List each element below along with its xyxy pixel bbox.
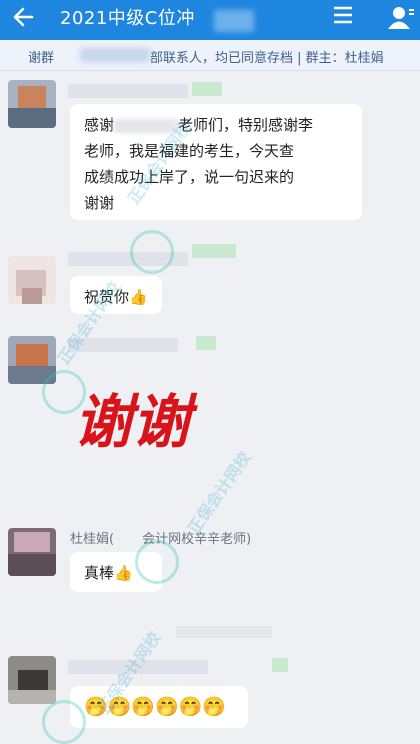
message-text: 老师，我是福建的考生，今天查 bbox=[84, 142, 295, 160]
sender-name-blur bbox=[272, 658, 288, 672]
timestamp-blur bbox=[176, 626, 272, 638]
message-text: 感谢 bbox=[84, 116, 115, 134]
group-title: 2021中级C位冲 bbox=[60, 8, 195, 29]
message-text: 成绩成功上岸了，说一句迟来的 bbox=[84, 168, 295, 186]
sender-name-blur bbox=[196, 336, 216, 350]
title-blur-patch bbox=[214, 10, 254, 32]
message-text: 老师们，特别感谢李 bbox=[178, 116, 314, 134]
chat-header: 2021中级C位冲 bbox=[0, 0, 420, 40]
thumbs-up-icon: 👍 bbox=[129, 288, 148, 306]
sender-name-blur bbox=[192, 82, 222, 96]
watermark-logo-icon bbox=[130, 230, 174, 274]
notice-blur-patch bbox=[80, 48, 150, 62]
thanks-image[interactable]: 谢谢 bbox=[74, 386, 224, 458]
message-text: 真棒 bbox=[84, 564, 115, 582]
hamburger-menu-icon[interactable] bbox=[332, 4, 354, 31]
notice-text-end: 部联系人，均已同意存档 | 群主：杜桂娟 bbox=[150, 51, 384, 66]
watermark-logo-icon bbox=[42, 700, 86, 744]
watermark-logo-icon bbox=[42, 370, 86, 414]
message-bubble[interactable]: 感谢 老师们，特别感谢李 老师，我是福建的考生，今天查 成绩成功上岸了，说一句迟来… bbox=[70, 104, 362, 220]
watermark-text: 正保会计网校 bbox=[183, 448, 255, 538]
arrow-left-icon[interactable] bbox=[12, 6, 34, 36]
watermark-logo-icon bbox=[135, 540, 179, 584]
sender-name-blur bbox=[68, 84, 188, 98]
avatar[interactable] bbox=[8, 656, 56, 704]
thumbs-up-icon: 👍 bbox=[114, 564, 133, 582]
notice-text-start: 谢群 bbox=[28, 51, 55, 66]
sender-name-blur bbox=[192, 244, 236, 258]
avatar[interactable] bbox=[8, 80, 56, 128]
avatar[interactable] bbox=[8, 256, 56, 304]
group-notice-bar[interactable]: 谢群 部联系人，均已同意存档 | 群主：杜桂娟 bbox=[0, 40, 420, 71]
avatar[interactable] bbox=[8, 528, 56, 576]
handwritten-text: 谢谢 bbox=[74, 388, 198, 456]
person-icon[interactable] bbox=[388, 6, 414, 30]
